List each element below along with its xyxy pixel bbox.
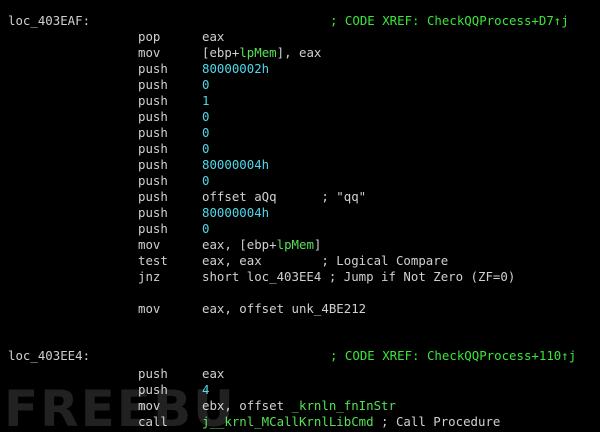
immediate-value: 1 [202,93,210,108]
operands: eax, [ebp+lpMem] [202,237,321,253]
operand-text: eax, [ebp+ [202,237,277,252]
immediate-value: 0 [202,221,210,236]
mnemonic: test [138,253,168,268]
mnemonic: mov [138,398,161,413]
instruction-row: push eax [0,366,600,382]
operands: [ebp+lpMem], eax [202,45,321,61]
instruction-row: push 0 [0,221,600,237]
mnemonic: push [138,93,168,108]
xref-comment[interactable]: ; CODE XREF: CheckQQProcess+110↑j [330,348,576,364]
operand-text: ] [313,237,322,252]
immediate-value: 0 [202,109,210,124]
mnemonic: push [138,61,168,76]
mnemonic: push [138,125,168,140]
instruction-row: push 4 [0,382,600,398]
operands: 80000004h [202,205,269,221]
code-label[interactable]: loc_403EE4: [8,348,90,364]
operands: 0 [202,141,209,157]
operand-text: ], eax [276,45,322,60]
instruction-row: mov eax, [ebp+lpMem] [0,237,600,253]
immediate-value: 80000004h [202,157,270,172]
operands: 0 [202,109,209,125]
operands: 0 [202,173,209,189]
operands: 80000002h [202,61,269,77]
code-label[interactable]: loc_403EAF: [8,13,90,29]
mnemonic: mov [138,237,161,252]
operand-text: eax, eax ; Logical Compare [202,253,449,268]
instruction-row: push 80000004h [0,157,600,173]
label-row: loc_403EE4: ; CODE XREF: CheckQQProcess+1… [0,348,600,364]
label-row: loc_403EAF: ; CODE XREF: CheckQQProcess+D… [0,13,600,29]
operand-text: ebx, offset [202,398,292,413]
operands: 0 [202,125,209,141]
instruction-row: test eax, eax ; Logical Compare [0,253,600,269]
instruction-row: call j__krnl_MCallKrnlLibCmd ; Call Proce… [0,414,600,430]
operands: 0 [202,221,209,237]
mnemonic: pop [138,29,161,44]
operand-text: eax [202,366,225,381]
operands: eax, offset unk_4BE212 [202,301,366,317]
instruction-row: push 0 [0,173,600,189]
mnemonic: push [138,77,168,92]
operands: 1 [202,93,209,109]
operands: eax [202,29,224,45]
operands: eax [202,366,224,382]
instruction-row: push 1 [0,93,600,109]
mnemonic: push [138,366,168,381]
immediate-value: 4 [202,382,210,397]
instruction-row: mov eax, offset unk_4BE212 [0,301,600,317]
operand-text: short loc_403EE4 ; Jump if Not Zero (ZF=… [202,269,516,284]
mnemonic: push [138,157,168,172]
symbol-name[interactable]: lpMem [277,237,314,252]
mnemonic: mov [138,301,161,316]
mnemonic: push [138,205,168,220]
operands: eax, eax ; Logical Compare [202,253,448,269]
operands: ebx, offset _krnln_fnInStr [202,398,396,414]
mnemonic: call [138,414,168,429]
operands: short loc_403EE4 ; Jump if Not Zero (ZF=… [202,269,515,285]
instruction-row: mov [ebp+lpMem], eax [0,45,600,61]
instruction-row: push 0 [0,77,600,93]
operand-text: [ebp+ [202,45,240,60]
immediate-value: 0 [202,173,210,188]
mnemonic: push [138,189,168,204]
operand-text: eax [202,29,225,44]
instruction-row: push offset aQq ; "qq" [0,189,600,205]
operands: j__krnl_MCallKrnlLibCmd ; Call Procedure [202,414,500,430]
operand-text: offset aQq ; "qq" [202,189,367,204]
immediate-value: 0 [202,141,210,156]
instruction-row: push 0 [0,141,600,157]
mnemonic: push [138,109,168,124]
instruction-row: jnz short loc_403EE4 ; Jump if Not Zero (… [0,269,600,285]
symbol-name[interactable]: lpMem [239,45,276,60]
instruction-row: push 80000002h [0,61,600,77]
instruction-row: mov ebx, offset _krnln_fnInStr [0,398,600,414]
disassembly-view: loc_403EAF: ; CODE XREF: CheckQQProcess+D… [0,0,600,432]
mnemonic: push [138,221,168,236]
operand-text: ; Call Procedure [373,414,501,429]
operands: 0 [202,77,209,93]
instruction-row: push 0 [0,109,600,125]
mnemonic: push [138,173,168,188]
instruction-row: push 0 [0,125,600,141]
mnemonic: push [138,382,168,397]
mnemonic: mov [138,45,161,60]
operands: 4 [202,382,209,398]
operands: 80000004h [202,157,269,173]
mnemonic: jnz [138,269,161,284]
operand-text: eax, offset unk_4BE212 [202,301,367,316]
immediate-value: 0 [202,77,210,92]
mnemonic: push [138,141,168,156]
instruction-row: pop eax [0,29,600,45]
symbol-name[interactable]: j__krnl_MCallKrnlLibCmd [202,414,374,429]
symbol-name[interactable]: _krnln_fnInStr [292,398,396,413]
operands: offset aQq ; "qq" [202,189,366,205]
xref-comment[interactable]: ; CODE XREF: CheckQQProcess+D7↑j [330,13,569,29]
instruction-row: push 80000004h [0,205,600,221]
immediate-value: 80000004h [202,205,270,220]
instruction-row [0,285,600,301]
immediate-value: 0 [202,125,210,140]
immediate-value: 80000002h [202,61,270,76]
